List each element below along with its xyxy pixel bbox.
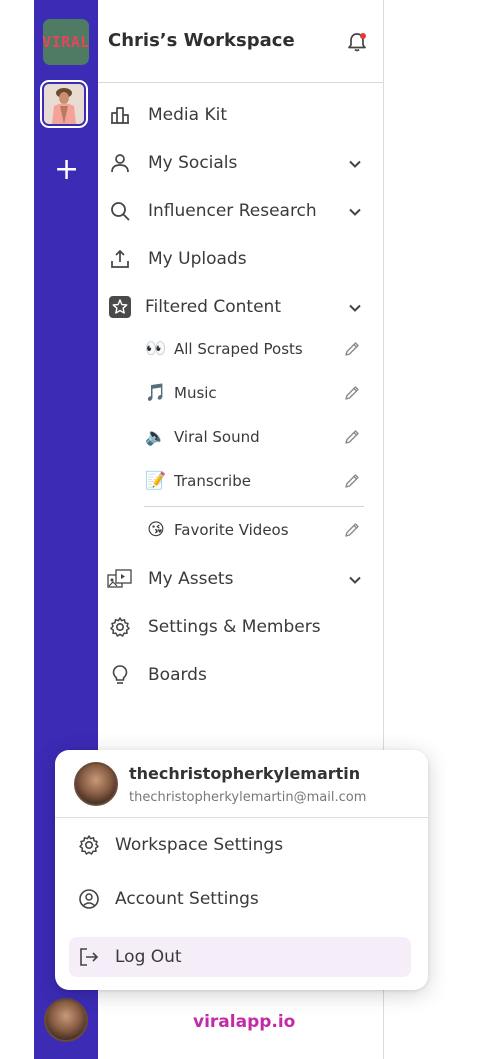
add-workspace-button[interactable]: +: [54, 155, 79, 185]
lightbulb-icon: [108, 663, 132, 687]
workspace-avatar-image: [44, 84, 84, 124]
chevron-down-icon[interactable]: [348, 204, 362, 218]
kiss-face-icon: 😘: [147, 520, 165, 540]
memo-icon: 📝: [145, 471, 167, 491]
nav-label: Filtered Content: [145, 297, 281, 317]
star-icon: [108, 295, 132, 319]
selected-workspace-avatar[interactable]: [40, 80, 88, 128]
music-note-icon: 🎵: [145, 383, 167, 403]
filtered-divider: [144, 506, 364, 507]
filtered-item-music[interactable]: 🎵 Music: [144, 376, 364, 410]
filtered-item-favorite-videos[interactable]: 😘 Favorite Videos: [144, 513, 364, 547]
workspace-title: Chris’s Workspace: [108, 30, 295, 51]
user-icon: [108, 151, 132, 175]
user-circle-icon: [77, 887, 101, 911]
chevron-down-icon[interactable]: [348, 300, 362, 314]
edit-pencil-icon[interactable]: [344, 385, 360, 401]
filtered-item-all-scraped-posts[interactable]: 👀 All Scraped Posts: [144, 332, 364, 366]
nav-media-kit[interactable]: Media Kit: [98, 95, 383, 135]
edit-pencil-icon[interactable]: [344, 341, 360, 357]
nav-label: Boards: [148, 665, 207, 685]
filtered-item-label: Favorite Videos: [174, 521, 289, 539]
nav-label: Influencer Research: [148, 201, 317, 221]
filtered-item-viral-sound[interactable]: 🔈 Viral Sound: [144, 420, 364, 454]
filtered-item-transcribe[interactable]: 📝 Transcribe: [144, 464, 364, 498]
nav-boards[interactable]: Boards: [98, 655, 383, 695]
log-out-icon: [77, 945, 101, 969]
user-avatar-button[interactable]: [44, 998, 88, 1042]
brand-wordmark[interactable]: viralapp.io: [193, 1012, 295, 1032]
account-email: thechristopherkylemartin@mail.com: [129, 790, 367, 805]
notification-bell-icon[interactable]: [346, 31, 368, 53]
nav-label: My Assets: [148, 569, 234, 589]
menu-label: Log Out: [115, 947, 182, 967]
account-settings-button[interactable]: Account Settings: [69, 879, 411, 919]
nav-label: Settings & Members: [148, 617, 321, 637]
chevron-down-icon[interactable]: [348, 572, 362, 586]
assets-icon: [106, 567, 134, 591]
filtered-item-label: Transcribe: [174, 472, 251, 490]
nav-my-socials[interactable]: My Socials: [98, 143, 383, 183]
menu-label: Account Settings: [115, 889, 259, 909]
viral-workspace-logo[interactable]: VIRAL: [42, 19, 89, 65]
nav-filtered-content[interactable]: Filtered Content: [98, 287, 383, 327]
edit-pencil-icon[interactable]: [344, 522, 360, 538]
filtered-item-label: Music: [174, 384, 217, 402]
filtered-item-label: All Scraped Posts: [174, 340, 303, 358]
upload-icon: [108, 247, 132, 271]
nav-label: My Socials: [148, 153, 238, 173]
speaker-icon: 🔈: [145, 427, 167, 447]
eyes-icon: 👀: [145, 339, 167, 359]
avatar: [74, 762, 118, 806]
nav-label: My Uploads: [148, 249, 247, 269]
nav-my-uploads[interactable]: My Uploads: [98, 239, 383, 279]
nav-influencer-research[interactable]: Influencer Research: [98, 191, 383, 231]
chevron-down-icon[interactable]: [348, 156, 362, 170]
filtered-item-label: Viral Sound: [174, 428, 260, 446]
edit-pencil-icon[interactable]: [344, 429, 360, 445]
gear-icon: [108, 615, 132, 639]
menu-label: Workspace Settings: [115, 835, 284, 855]
bar-chart-icon: [108, 103, 132, 127]
account-username: thechristopherkylemartin: [129, 764, 361, 783]
workspace-settings-button[interactable]: Workspace Settings: [69, 825, 411, 865]
account-menu-user: thechristopherkylemartin thechristopherk…: [55, 750, 428, 818]
search-icon: [108, 199, 132, 223]
nav-settings-members[interactable]: Settings & Members: [98, 607, 383, 647]
workspace-header: Chris’s Workspace: [98, 0, 383, 83]
account-menu: thechristopherkylemartin thechristopherk…: [55, 750, 428, 990]
gear-icon: [77, 833, 101, 857]
edit-pencil-icon[interactable]: [344, 473, 360, 489]
log-out-button[interactable]: Log Out: [69, 937, 411, 977]
nav-my-assets[interactable]: My Assets: [98, 559, 383, 599]
nav-label: Media Kit: [148, 105, 227, 125]
